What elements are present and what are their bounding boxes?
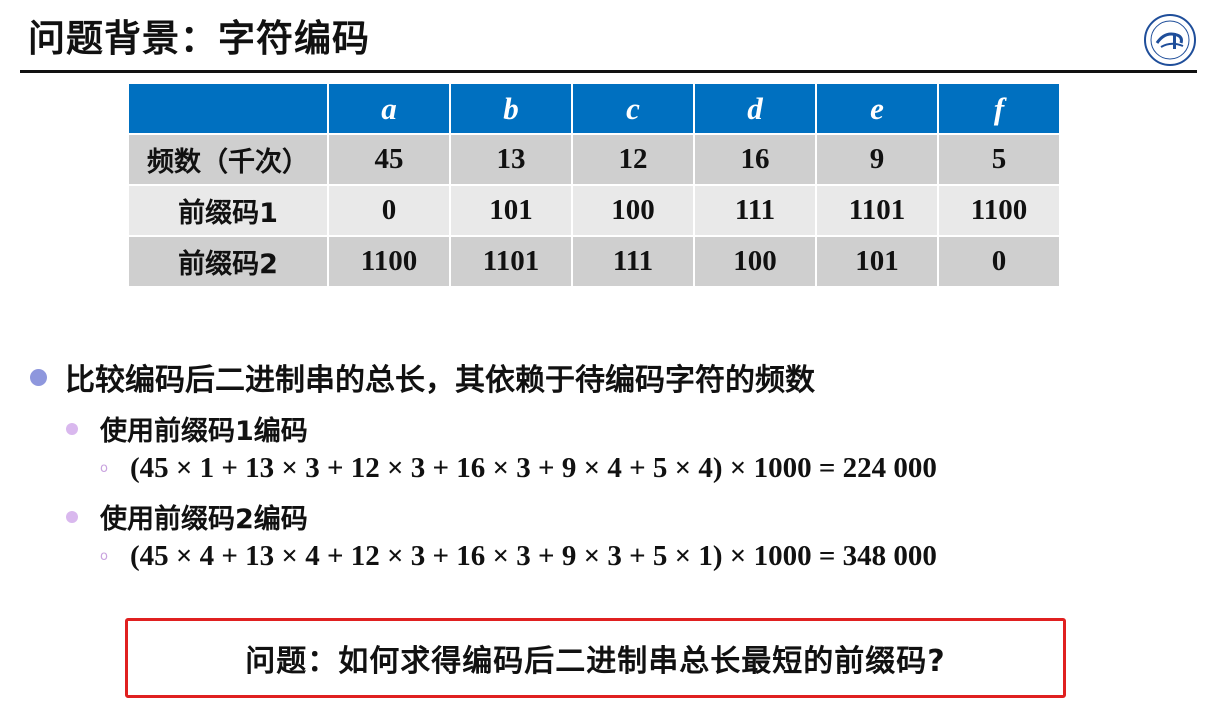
table-cell: 45 bbox=[327, 133, 451, 186]
bullet-ring-icon: o bbox=[100, 461, 108, 476]
table-cell: 16 bbox=[693, 133, 817, 186]
table-header-cell: a bbox=[327, 82, 451, 135]
bullet-dot-icon bbox=[66, 422, 78, 435]
sub-bullet-1-label: 使用前缀码1编码 bbox=[100, 416, 308, 447]
table-row: 前缀码1 0 101 100 111 1101 1100 bbox=[127, 184, 1061, 237]
main-bullet-text: 比较编码后二进制串的总长，其依赖于待编码字符的频数 bbox=[65, 363, 815, 398]
table-header-cell: d bbox=[693, 82, 817, 135]
formula-2-line: o (45 × 4 + 13 × 4 + 12 × 3 + 16 × 3 + 9… bbox=[100, 540, 937, 573]
table-cell: 0 bbox=[327, 184, 451, 237]
table-cell: 0 bbox=[937, 235, 1061, 288]
table-header-cell: b bbox=[449, 82, 573, 135]
table-cell: 9 bbox=[815, 133, 939, 186]
formula-1-line: o (45 × 1 + 13 × 3 + 12 × 3 + 16 × 3 + 9… bbox=[100, 452, 937, 485]
slide-title: 问题背景：字符编码 bbox=[28, 17, 370, 60]
formula-2: (45 × 4 + 13 × 4 + 12 × 3 + 16 × 3 + 9 ×… bbox=[129, 540, 937, 572]
table-cell: 100 bbox=[571, 184, 695, 237]
table-row: 前缀码2 1100 1101 111 100 101 0 bbox=[127, 235, 1061, 288]
table-header-cell: e bbox=[815, 82, 939, 135]
table-cell: 111 bbox=[693, 184, 817, 237]
row-label: 频数（千次） bbox=[127, 133, 329, 186]
table-cell: 13 bbox=[449, 133, 573, 186]
table-cell: 100 bbox=[693, 235, 817, 288]
table-cell: 1101 bbox=[449, 235, 573, 288]
table-cell: 101 bbox=[815, 235, 939, 288]
question-text: 问题：如何求得编码后二进制串总长最短的前缀码? bbox=[245, 644, 946, 679]
title-underline bbox=[20, 70, 1197, 73]
table-header-cell: c bbox=[571, 82, 695, 135]
bullet-dot-icon bbox=[66, 510, 78, 523]
table-cell: 101 bbox=[449, 184, 573, 237]
table-cell: 1101 bbox=[815, 184, 939, 237]
table-cell: 1100 bbox=[937, 184, 1061, 237]
question-box: 问题：如何求得编码后二进制串总长最短的前缀码? bbox=[125, 618, 1066, 698]
table-header-row: a b c d e f bbox=[127, 82, 1061, 135]
main-bullet: 比较编码后二进制串的总长，其依赖于待编码字符的频数 bbox=[30, 355, 815, 399]
table-cell: 111 bbox=[571, 235, 695, 288]
sub-bullet-1: 使用前缀码1编码 bbox=[66, 409, 308, 448]
table-corner-cell bbox=[127, 82, 329, 135]
table-cell: 12 bbox=[571, 133, 695, 186]
university-logo bbox=[1144, 14, 1196, 66]
row-label: 前缀码2 bbox=[127, 235, 329, 288]
table-cell: 5 bbox=[937, 133, 1061, 186]
sub-bullet-2-label: 使用前缀码2编码 bbox=[100, 504, 308, 535]
bullet-dot-icon bbox=[30, 368, 47, 386]
table-row: 频数（千次） 45 13 12 16 9 5 bbox=[127, 133, 1061, 186]
sub-bullet-2: 使用前缀码2编码 bbox=[66, 497, 308, 536]
table-header-cell: f bbox=[937, 82, 1061, 135]
row-label: 前缀码1 bbox=[127, 184, 329, 237]
bullet-ring-icon: o bbox=[100, 549, 108, 564]
formula-1: (45 × 1 + 13 × 3 + 12 × 3 + 16 × 3 + 9 ×… bbox=[129, 452, 937, 484]
frequency-code-table: a b c d e f 频数（千次） 45 13 12 16 9 5 前缀码1 … bbox=[127, 82, 1061, 288]
table-cell: 1100 bbox=[327, 235, 451, 288]
